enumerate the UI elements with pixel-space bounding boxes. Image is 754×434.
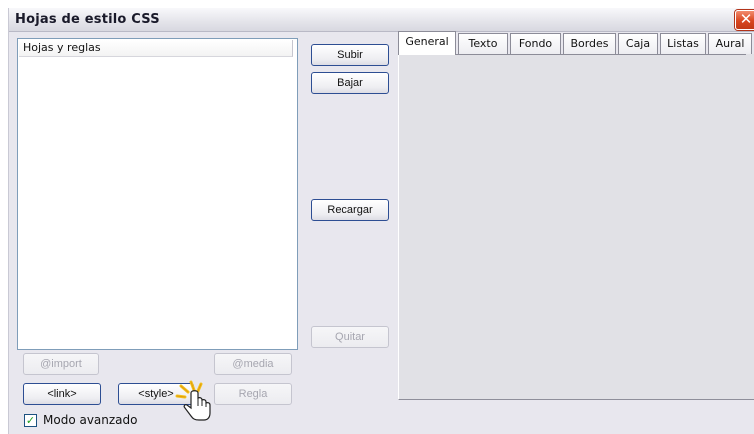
close-button[interactable]: ✕	[735, 10, 754, 30]
tab-texto[interactable]: Texto	[458, 33, 508, 54]
hand-pointer-icon	[175, 380, 211, 421]
tab-bordes[interactable]: Bordes	[563, 33, 616, 54]
link-button[interactable]: <link>	[23, 383, 101, 405]
tab-listas[interactable]: Listas	[660, 33, 706, 54]
media-button[interactable]: @media	[214, 353, 292, 375]
tab-aural[interactable]: Aural	[708, 33, 752, 54]
import-button[interactable]: @import	[23, 353, 99, 375]
list-column-header: Hojas y reglas	[19, 40, 293, 57]
rule-button[interactable]: Regla	[214, 383, 292, 405]
property-tabs-panel	[398, 54, 754, 400]
tab-fondo[interactable]: Fondo	[510, 33, 561, 54]
title-bar[interactable]: Hojas de estilo CSS ✕	[9, 8, 754, 32]
tab-caja[interactable]: Caja	[618, 33, 658, 54]
reload-button[interactable]: Recargar	[311, 199, 389, 221]
advanced-mode-label: Modo avanzado	[43, 413, 138, 427]
close-x-icon: ✕	[739, 10, 753, 28]
remove-button[interactable]: Quitar	[311, 326, 389, 348]
tab-general[interactable]: General	[398, 31, 456, 55]
move-up-button[interactable]: Subir	[311, 44, 389, 66]
check-mark-icon: ✓	[25, 414, 36, 427]
move-down-button[interactable]: Bajar	[311, 72, 389, 94]
advanced-mode-checkbox[interactable]: ✓	[24, 414, 37, 427]
window-title: Hojas de estilo CSS	[15, 12, 160, 27]
stylesheet-rules-list[interactable]: Hojas y reglas	[17, 38, 298, 350]
